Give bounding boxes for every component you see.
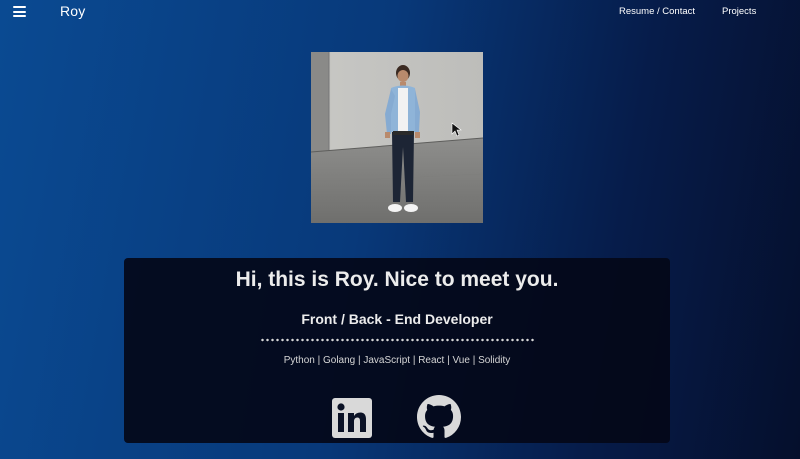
linkedin-link[interactable]: [332, 398, 372, 438]
github-icon: [417, 395, 461, 438]
github-link[interactable]: [417, 395, 461, 439]
brand-name[interactable]: Roy: [60, 3, 86, 19]
linkedin-icon: [332, 398, 372, 438]
dotted-divider: [260, 338, 534, 342]
nav-projects[interactable]: Projects: [722, 6, 756, 17]
hamburger-icon-line: [13, 10, 26, 13]
menu-button[interactable]: [13, 6, 26, 17]
hamburger-icon: [13, 6, 26, 8]
profile-photo-image: [311, 52, 483, 223]
greeting-heading: Hi, this is Roy. Nice to meet you.: [235, 268, 559, 291]
role-subtitle: Front / Back - End Developer: [301, 311, 493, 327]
profile-photo: [311, 52, 483, 223]
intro-card: Hi, this is Roy. Nice to meet you. Front…: [124, 258, 670, 443]
nav-resume-contact[interactable]: Resume / Contact: [619, 6, 695, 17]
top-navbar: Roy Resume / Contact Projects: [0, 0, 800, 24]
skills-list: Python | Golang | JavaScript | React | V…: [283, 355, 511, 366]
hamburger-icon-line: [13, 15, 26, 17]
